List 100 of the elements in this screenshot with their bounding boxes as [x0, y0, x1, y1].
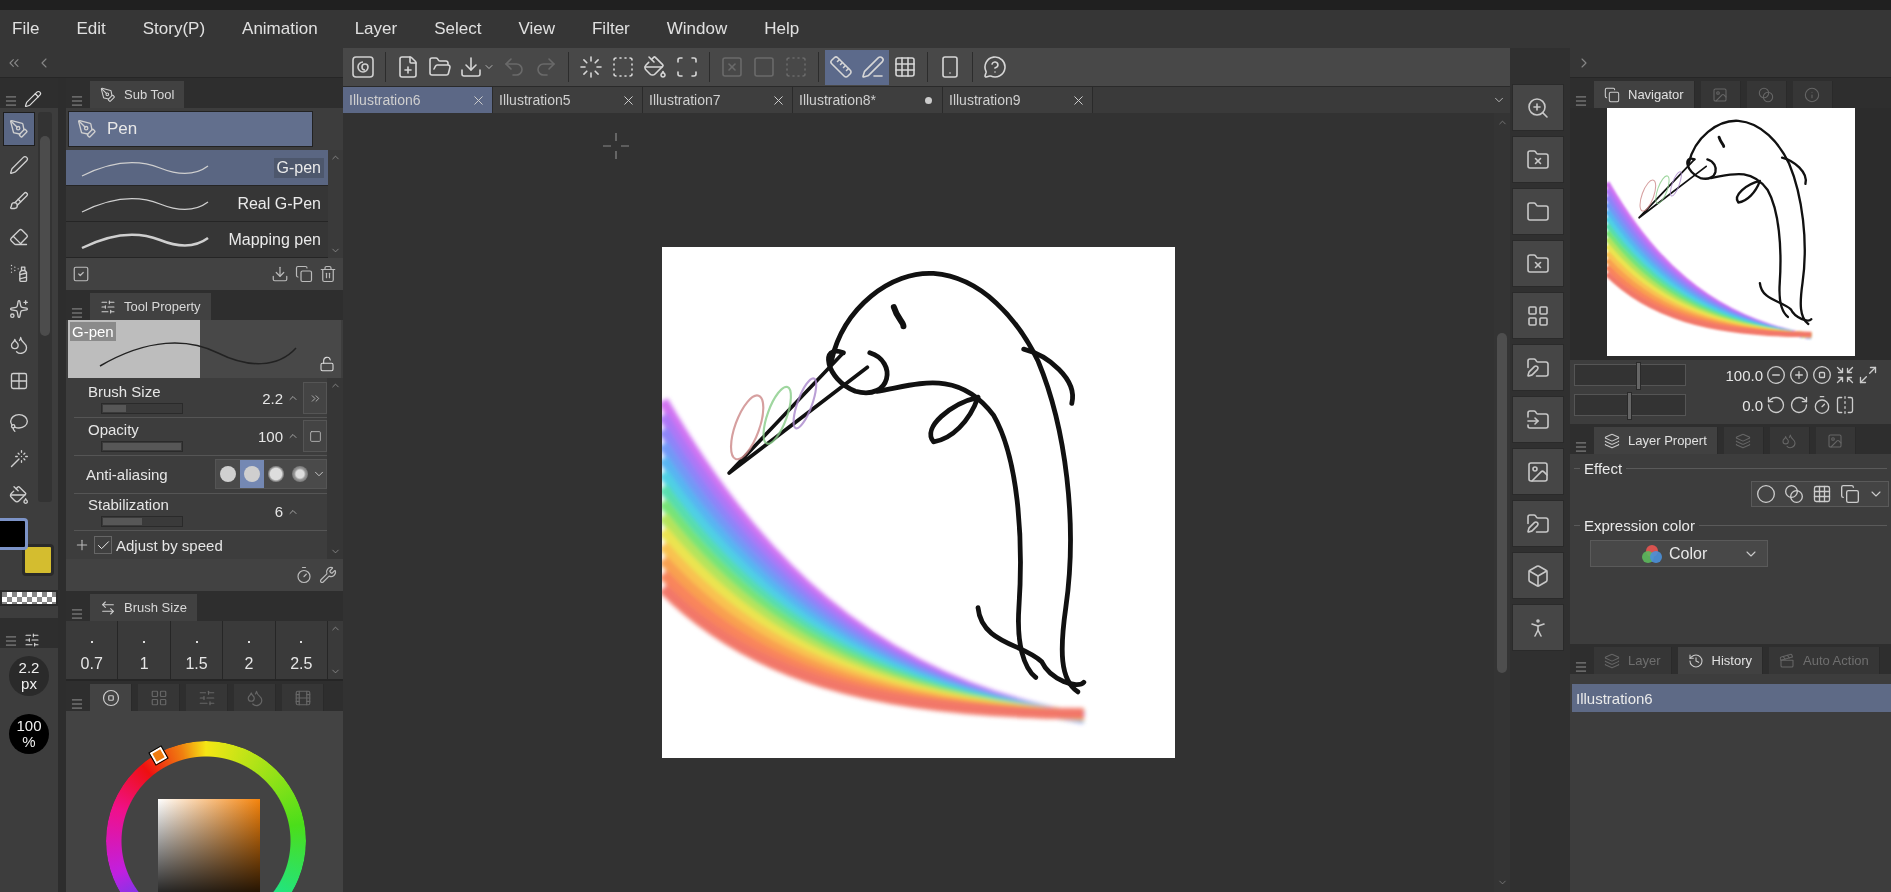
shrink-icon[interactable]: [1835, 365, 1855, 385]
document-tab[interactable]: Illustration8*: [793, 87, 943, 113]
menu-item[interactable]: Select: [422, 10, 499, 48]
panel-tab[interactable]: Sub Tool: [90, 81, 185, 108]
paint-bucket-icon: [9, 485, 29, 505]
trash-icon[interactable]: [319, 265, 337, 283]
slider-thumb[interactable]: [1627, 392, 1632, 420]
menu-icon[interactable]: [1574, 440, 1588, 454]
brush-item[interactable]: G-pen: [66, 150, 328, 186]
checkbox-stack-icon[interactable]: [72, 265, 90, 283]
panel-tab[interactable]: Brush Size: [90, 594, 197, 621]
pen-nib-icon: [77, 119, 97, 139]
side-panel-button[interactable]: [1512, 188, 1564, 235]
menu-icon[interactable]: [70, 94, 84, 108]
zoom-in-icon[interactable]: [1789, 365, 1809, 385]
side-panel-button[interactable]: [1512, 604, 1564, 651]
menu-item[interactable]: Help: [752, 10, 817, 48]
menu-item[interactable]: File: [0, 10, 57, 48]
panel-tab[interactable]: Tool Property: [90, 293, 211, 320]
slider-track[interactable]: [101, 516, 183, 528]
pressure-button[interactable]: [303, 420, 327, 453]
menu-icon[interactable]: [70, 607, 84, 621]
side-panel-button[interactable]: [1512, 448, 1564, 495]
rgb-circles-icon: [1641, 543, 1663, 564]
option-button[interactable]: [240, 460, 264, 489]
checkbox[interactable]: [94, 536, 112, 555]
main-color-swatch[interactable]: [0, 518, 28, 550]
hue-marker[interactable]: [149, 746, 168, 765]
side-panel-button[interactable]: [1512, 292, 1564, 339]
menu-item[interactable]: Window: [654, 10, 745, 48]
side-panel-button[interactable]: [1512, 500, 1564, 547]
document-tab[interactable]: Illustration7: [643, 87, 793, 113]
menu-item[interactable]: Layer: [342, 10, 415, 48]
duplicate-icon[interactable]: [295, 265, 313, 283]
side-panel-button[interactable]: [1512, 240, 1564, 287]
sliders-icon: [100, 298, 116, 315]
document-tab[interactable]: Illustration6: [343, 87, 493, 113]
fit-icon[interactable]: [1812, 365, 1832, 385]
document-tab[interactable]: Illustration5: [493, 87, 643, 113]
saturation-square[interactable]: [158, 799, 260, 892]
image-icon: [1827, 432, 1844, 449]
paint-bucket-icon: [643, 55, 667, 79]
rotate-right-icon[interactable]: [1789, 395, 1809, 415]
panel-tab[interactable]: Layer Propert: [1594, 427, 1718, 454]
spray-can-icon: [9, 263, 29, 283]
scrollbar[interactable]: [327, 378, 343, 559]
sliders-icon[interactable]: [24, 632, 40, 648]
menu-item[interactable]: Edit: [64, 10, 123, 48]
expand-icon[interactable]: [1858, 365, 1878, 385]
zoom-out-icon[interactable]: [1766, 365, 1786, 385]
tool-button[interactable]: [3, 112, 35, 146]
pen-line-icon: [861, 55, 885, 79]
menu-icon[interactable]: [4, 94, 18, 108]
side-panel-button[interactable]: [1512, 84, 1564, 131]
slider-thumb[interactable]: [1635, 362, 1641, 390]
circle-icon[interactable]: [1756, 484, 1776, 504]
property-label: Stabilization: [88, 496, 170, 514]
wrench-icon[interactable]: [319, 566, 337, 584]
transparent-swatch[interactable]: [0, 590, 58, 606]
brush-item[interactable]: Mapping pen: [66, 222, 328, 258]
brush-name-label: G-pen: [70, 322, 116, 341]
expression-color-dropdown[interactable]: Color: [1590, 540, 1768, 567]
folder-x-icon: [1526, 251, 1550, 276]
tool-group-button[interactable]: Pen: [68, 111, 313, 147]
side-panel-button[interactable]: [1512, 552, 1564, 599]
side-panel-button[interactable]: [1512, 344, 1564, 391]
flip-horizontal-icon[interactable]: [1835, 395, 1855, 415]
toolbar-button[interactable]: [857, 49, 889, 85]
slider-track[interactable]: [101, 402, 183, 414]
rotate-left-icon[interactable]: [1766, 395, 1786, 415]
download-icon[interactable]: [271, 265, 289, 283]
menu-icon[interactable]: [1574, 94, 1588, 108]
droplets-icon: [9, 335, 29, 355]
menu-item[interactable]: Filter: [580, 10, 647, 48]
unlock-icon[interactable]: [319, 356, 335, 372]
side-panel-button[interactable]: [1512, 136, 1564, 183]
panel-tab[interactable]: Navigator: [1594, 81, 1695, 108]
history-item[interactable]: Illustration6: [1572, 684, 1891, 712]
menu-item[interactable]: Animation: [230, 10, 335, 48]
toolbar-button[interactable]: [825, 49, 857, 85]
panel-tab[interactable]: History: [1677, 647, 1763, 674]
menu-icon[interactable]: [1574, 660, 1588, 674]
blend-icon[interactable]: [1784, 484, 1804, 504]
menu-icon[interactable]: [70, 697, 84, 711]
stack-icon[interactable]: [1840, 484, 1860, 504]
dial-icon[interactable]: [295, 566, 313, 584]
menu-icon[interactable]: [70, 306, 84, 320]
menu-item[interactable]: View: [506, 10, 572, 48]
side-panel-button[interactable]: [1512, 396, 1564, 443]
pencil-icon[interactable]: [24, 90, 42, 108]
scrollbar[interactable]: [38, 112, 52, 502]
menu-item[interactable]: Story(P): [130, 10, 223, 48]
menu-icon[interactable]: [4, 634, 18, 648]
panel-tab[interactable]: [90, 684, 132, 711]
pen-nib-icon: [100, 86, 116, 103]
document-tab[interactable]: Illustration9: [943, 87, 1093, 113]
folder-icon: [428, 55, 452, 79]
sub-color-swatch[interactable]: [22, 544, 54, 576]
brush-item[interactable]: Real G-Pen: [66, 186, 328, 222]
sparkle-icon: [9, 299, 29, 319]
